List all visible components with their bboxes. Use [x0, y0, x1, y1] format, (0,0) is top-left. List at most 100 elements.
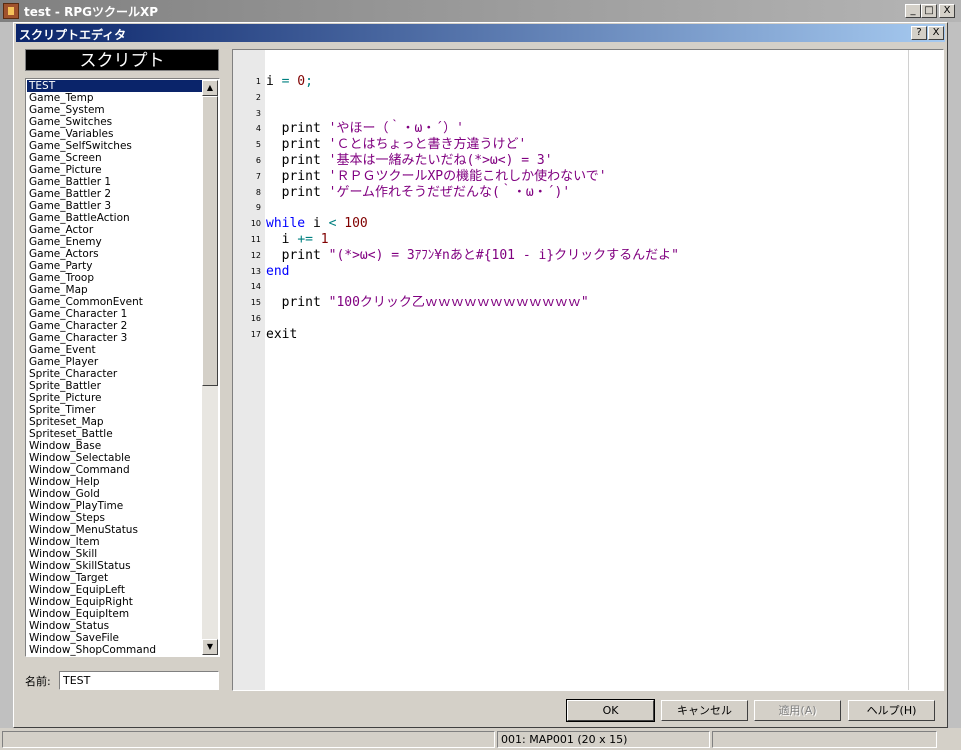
script-list-item[interactable]: Game_Character 3: [27, 332, 202, 344]
script-list-item[interactable]: Window_SkillStatus: [27, 560, 202, 572]
code-token: print: [266, 168, 329, 184]
cancel-button[interactable]: キャンセル: [661, 700, 748, 721]
script-list-item[interactable]: Game_Switches: [27, 116, 202, 128]
script-editor-dialog: スクリプトエディタ ? X スクリプト TEST Game_Temp Game_Sy…: [13, 22, 948, 728]
code-line[interactable]: 9: [233, 200, 933, 216]
script-list-item[interactable]: Window_SaveFile: [27, 632, 202, 644]
script-list-item[interactable]: Sprite_Picture: [27, 392, 202, 404]
script-list-item[interactable]: Game_Battler 2: [27, 188, 202, 200]
code-line[interactable]: 14: [233, 279, 933, 295]
code-line[interactable]: 1 i = 0;: [233, 74, 933, 90]
script-list-item[interactable]: Game_Temp: [27, 92, 202, 104]
maximize-button[interactable]: □: [921, 4, 937, 18]
script-list-item[interactable]: Game_Enemy: [27, 236, 202, 248]
code-line[interactable]: 10 while i < 100: [233, 216, 933, 232]
script-list-item[interactable]: Window_Status: [27, 620, 202, 632]
script-list-item[interactable]: Sprite_Character: [27, 368, 202, 380]
help-button[interactable]: ヘルプ(H): [848, 700, 935, 721]
script-list-item[interactable]: Game_Map: [27, 284, 202, 296]
code-line[interactable]: 4 print 'やほー（｀・ω・´）': [233, 121, 933, 137]
script-list-item[interactable]: Game_Variables: [27, 128, 202, 140]
script-list-item[interactable]: Window_Command: [27, 464, 202, 476]
code-line[interactable]: 3: [233, 106, 933, 122]
script-list-item[interactable]: Game_Actor: [27, 224, 202, 236]
code-text: exit: [266, 327, 297, 343]
scroll-up-arrow-icon[interactable]: ▲: [202, 80, 218, 96]
code-line[interactable]: 15 print "100クリック乙ｗｗｗｗｗｗｗｗｗｗｗｗ": [233, 295, 933, 311]
code-line[interactable]: 12 print "(*>ω<) = 3ｱﾌﾝ¥nあと#{101 - i}クリッ…: [233, 248, 933, 264]
script-list-item[interactable]: Window_Gold: [27, 488, 202, 500]
script-list-item[interactable]: Game_Troop: [27, 272, 202, 284]
code-line[interactable]: 7 print 'ＲＰＧツクールXPの機能これしか使わないで': [233, 169, 933, 185]
dialog-title-bar[interactable]: スクリプトエディタ ? X: [16, 24, 945, 42]
script-list-item[interactable]: Window_Skill: [27, 548, 202, 560]
script-list-item[interactable]: Game_Battler 3: [27, 200, 202, 212]
code-token: end: [266, 263, 290, 279]
script-list-item[interactable]: Game_Actors: [27, 248, 202, 260]
script-list-item[interactable]: Game_System: [27, 104, 202, 116]
apply-button[interactable]: 適用(A): [754, 700, 841, 721]
script-name-input[interactable]: [59, 671, 219, 690]
script-list-item[interactable]: Game_Character 2: [27, 320, 202, 332]
rpgmaker-app-icon[interactable]: [3, 3, 19, 19]
script-list-item[interactable]: Game_CommonEvent: [27, 296, 202, 308]
script-list-item[interactable]: TEST: [27, 80, 202, 92]
script-list-item[interactable]: Window_Base: [27, 440, 202, 452]
line-number: 7: [255, 171, 261, 181]
script-list-item[interactable]: Game_Event: [27, 344, 202, 356]
minimize-button[interactable]: _: [905, 4, 921, 18]
code-token: exit: [266, 326, 298, 342]
code-text: i += 1: [266, 232, 329, 248]
scroll-thumb[interactable]: [202, 96, 218, 386]
script-list-item[interactable]: Window_Help: [27, 476, 202, 488]
script-list[interactable]: TEST Game_Temp Game_System Game_Switches Gam…: [25, 78, 220, 657]
help-caption-button[interactable]: ?: [911, 26, 927, 40]
script-list-item[interactable]: Game_BattleAction: [27, 212, 202, 224]
script-list-item[interactable]: Window_PlayTime: [27, 500, 202, 512]
code-text: print "100クリック乙ｗｗｗｗｗｗｗｗｗｗｗｗ": [266, 295, 589, 311]
code-line[interactable]: 5 print 'Ｃとはちょっと書き方違うけど': [233, 137, 933, 153]
script-list-item[interactable]: Game_Player: [27, 356, 202, 368]
script-list-item[interactable]: Window_EquipRight: [27, 596, 202, 608]
script-list-item[interactable]: Game_Screen: [27, 152, 202, 164]
code-editor[interactable]: 1i = 0; 2 3 4 print 'やほー（｀・ω・´）' 5 print 'Ｃと…: [232, 49, 944, 691]
line-number: 8: [255, 187, 261, 197]
code-text: print 'ＲＰＧツクールXPの機能これしか使わないで': [266, 169, 607, 185]
script-list-item[interactable]: Game_Character 1: [27, 308, 202, 320]
code-line[interactable]: 16: [233, 311, 933, 327]
script-list-item[interactable]: Spriteset_Map: [27, 416, 202, 428]
main-window-title: test - RPGツクールXP: [24, 5, 159, 19]
script-list-item[interactable]: Window_Item: [27, 536, 202, 548]
code-line[interactable]: 17 exit: [233, 327, 933, 343]
script-list-item[interactable]: Window_EquipItem: [27, 608, 202, 620]
code-line[interactable]: 6 print '基本は一緒みたいだね(*>ω<) = 3': [233, 153, 933, 169]
script-list-item[interactable]: Game_SelfSwitches: [27, 140, 202, 152]
main-title-bar[interactable]: test - RPGツクールXP _ □ X: [0, 0, 961, 22]
script-list-item[interactable]: Sprite_Battler: [27, 380, 202, 392]
code-token: 0: [289, 74, 306, 89]
script-list-item[interactable]: Sprite_Timer: [27, 404, 202, 416]
script-list-scrollbar[interactable]: ▲ ▼: [202, 80, 218, 655]
script-list-item[interactable]: Window_Selectable: [27, 452, 202, 464]
code-line[interactable]: 2: [233, 90, 933, 106]
script-list-item[interactable]: Game_Battler 1: [27, 176, 202, 188]
script-list-item[interactable]: Game_Party: [27, 260, 202, 272]
script-list-item[interactable]: Game_Picture: [27, 164, 202, 176]
code-token: 'Ｃとはちょっと書き方違うけど': [328, 137, 527, 153]
script-list-item[interactable]: Spriteset_Battle: [27, 428, 202, 440]
script-list-item[interactable]: Window_MenuStatus: [27, 524, 202, 536]
scroll-down-arrow-icon[interactable]: ▼: [202, 639, 218, 655]
code-line[interactable]: 13 end: [233, 264, 933, 280]
ok-button[interactable]: OK: [566, 699, 655, 722]
line-number: 10: [250, 219, 261, 229]
code-token: i: [266, 74, 282, 89]
dialog-close-button[interactable]: X: [928, 26, 944, 40]
code-line[interactable]: 11 i += 1: [233, 232, 933, 248]
script-list-item[interactable]: Window_EquipLeft: [27, 584, 202, 596]
line-number: 14: [250, 282, 261, 292]
script-list-item[interactable]: Window_Steps: [27, 512, 202, 524]
close-button[interactable]: X: [939, 4, 955, 18]
script-list-item[interactable]: Window_Target: [27, 572, 202, 584]
code-line[interactable]: 8 print 'ゲーム作れそうだぜだんな(｀・ω・´)': [233, 185, 933, 201]
script-list-item[interactable]: Window_ShopCommand: [27, 644, 202, 656]
